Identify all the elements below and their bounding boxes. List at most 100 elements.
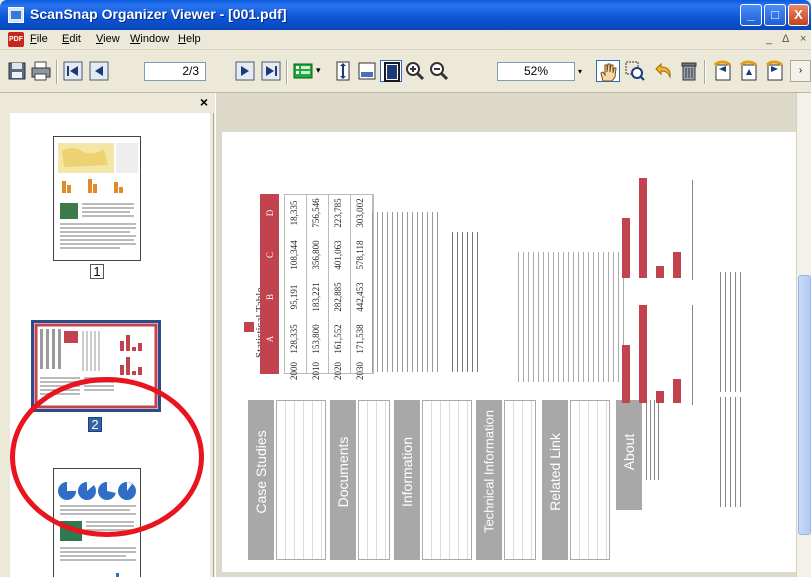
menu-view[interactable]: View — [96, 33, 120, 45]
fit-height-icon[interactable] — [332, 60, 354, 82]
view-dropdown-arrow[interactable]: ▾ — [316, 65, 321, 76]
zoom-level-input[interactable]: 52% — [497, 62, 575, 81]
vertical-scrollbar-thumb[interactable] — [798, 275, 811, 535]
section-lines — [504, 400, 536, 560]
chart-bar — [673, 252, 681, 278]
section-lines — [276, 400, 326, 560]
section-tab-case-studies: Case Studies — [248, 400, 274, 560]
zoom-dropdown-arrow[interactable]: ▾ — [575, 62, 585, 81]
section-lines — [570, 400, 610, 560]
rotate-180-icon[interactable] — [738, 60, 760, 82]
table-value-cell: 401,063 — [333, 240, 343, 270]
thumbnail-label-1: 1 — [90, 264, 104, 279]
menu-window[interactable]: Window — [130, 33, 169, 45]
next-page-icon[interactable] — [234, 60, 256, 82]
previous-page-icon[interactable] — [88, 60, 110, 82]
table-header-cell: D — [265, 209, 275, 217]
menu-help[interactable]: Help — [178, 33, 201, 45]
section-tab-related-link: Related Link — [542, 400, 568, 560]
text-column — [452, 232, 482, 372]
menu-file[interactable]: File — [30, 33, 48, 45]
chart-axis — [692, 180, 693, 280]
chart-caption-lower — [720, 397, 742, 507]
toolbar-separator — [286, 60, 288, 84]
table-header-cell: A — [265, 335, 275, 343]
vertical-scrollbar[interactable] — [796, 93, 811, 577]
table-value-cell: 183,221 — [311, 282, 321, 312]
fit-width-icon[interactable] — [356, 60, 378, 82]
section-tab-about: About — [616, 400, 642, 510]
table-header-cell: B — [265, 294, 275, 301]
section-tab-technical-information: Technical Information — [476, 400, 502, 560]
mdi-restore-button[interactable]: Δ — [782, 33, 789, 45]
chart-axis — [692, 305, 693, 405]
highlight-circle — [10, 377, 204, 537]
section-tab-information: Information — [394, 400, 420, 560]
table-value-cell: 128,335 — [289, 324, 299, 354]
mdi-minimize-button[interactable]: _ — [766, 33, 772, 45]
table-header-cell: C — [265, 252, 275, 259]
table-value-cell: 223,785 — [333, 198, 343, 228]
window-title: ScanSnap Organizer Viewer - [001.pdf] — [30, 6, 287, 22]
mdi-close-button[interactable]: × — [800, 33, 806, 45]
chart-bar — [622, 345, 630, 403]
table-value-cell: 18,335 — [289, 200, 299, 226]
about-text-lines — [646, 400, 660, 480]
table-value-cell: 95,191 — [289, 284, 299, 310]
menu-bar: PDF File Edit View Window Help _ Δ × — [0, 30, 811, 50]
section-lines — [358, 400, 390, 560]
section-tabs: Case Studies Documents Information Techn… — [242, 400, 662, 560]
bar-chart-upper — [612, 172, 712, 282]
page-thumbnail-1[interactable] — [53, 136, 141, 261]
chart-bar — [656, 391, 664, 403]
chart-bar — [622, 218, 630, 278]
delete-page-icon[interactable] — [678, 60, 700, 82]
chart-bar — [639, 305, 647, 403]
close-button[interactable]: X — [788, 4, 809, 26]
thumbnail-view-icon[interactable] — [292, 60, 314, 82]
table-value-cell: 303,002 — [355, 198, 365, 228]
thumbnail-panel: × 1 2 — [0, 93, 214, 577]
hand-tool-icon[interactable] — [596, 60, 620, 82]
pdf-document-icon[interactable]: PDF — [8, 32, 24, 47]
section-tab-documents: Documents — [330, 400, 356, 560]
title-bar[interactable]: ScanSnap Organizer Viewer - [001.pdf] _ … — [0, 0, 811, 30]
toolbar: 2/3 ▾ 52% ▾ › — [0, 51, 811, 93]
fit-page-icon[interactable] — [380, 60, 402, 82]
table-value-cell: 756,546 — [311, 198, 321, 228]
table-value-cell: 161,552 — [333, 324, 343, 354]
table-value-cell: 171,538 — [355, 324, 365, 354]
save-icon[interactable] — [6, 60, 28, 82]
chart-bar — [639, 178, 647, 278]
document-view[interactable]: Case Studies Documents Information Techn… — [215, 93, 796, 577]
bar-chart-lower — [612, 297, 712, 407]
table-value-cell: 578,118 — [355, 240, 365, 270]
minimize-button[interactable]: _ — [740, 4, 762, 26]
toolbar-separator — [704, 60, 706, 84]
statistical-table-area: Statistical Table ABCD2000128,33595,1911… — [244, 194, 374, 380]
rotate-left-icon[interactable] — [712, 60, 734, 82]
chart-bar — [656, 266, 664, 278]
rotate-right-icon[interactable] — [764, 60, 786, 82]
menu-edit[interactable]: Edit — [62, 33, 81, 45]
table-value-cell: 108,344 — [289, 240, 299, 270]
text-column — [372, 212, 442, 372]
toolbar-separator — [56, 60, 58, 84]
zoom-select-icon[interactable] — [624, 60, 646, 82]
first-page-icon[interactable] — [62, 60, 84, 82]
section-lines — [422, 400, 472, 560]
thumbnail-panel-header: × — [0, 93, 214, 113]
scansnap-app-icon[interactable] — [8, 7, 24, 23]
maximize-button[interactable]: □ — [764, 4, 786, 26]
page-number-input[interactable]: 2/3 — [144, 62, 206, 81]
undo-icon[interactable] — [652, 60, 674, 82]
print-icon[interactable] — [30, 60, 52, 82]
zoom-out-icon[interactable] — [428, 60, 450, 82]
table-value-cell: 282,885 — [333, 282, 343, 312]
zoom-in-icon[interactable] — [404, 60, 426, 82]
table-value-cell: 442,453 — [355, 282, 365, 312]
last-page-icon[interactable] — [260, 60, 282, 82]
close-thumbnail-panel-button[interactable]: × — [200, 94, 208, 110]
chart-caption-upper — [720, 272, 742, 392]
toolbar-overflow-button[interactable]: › — [790, 60, 811, 82]
